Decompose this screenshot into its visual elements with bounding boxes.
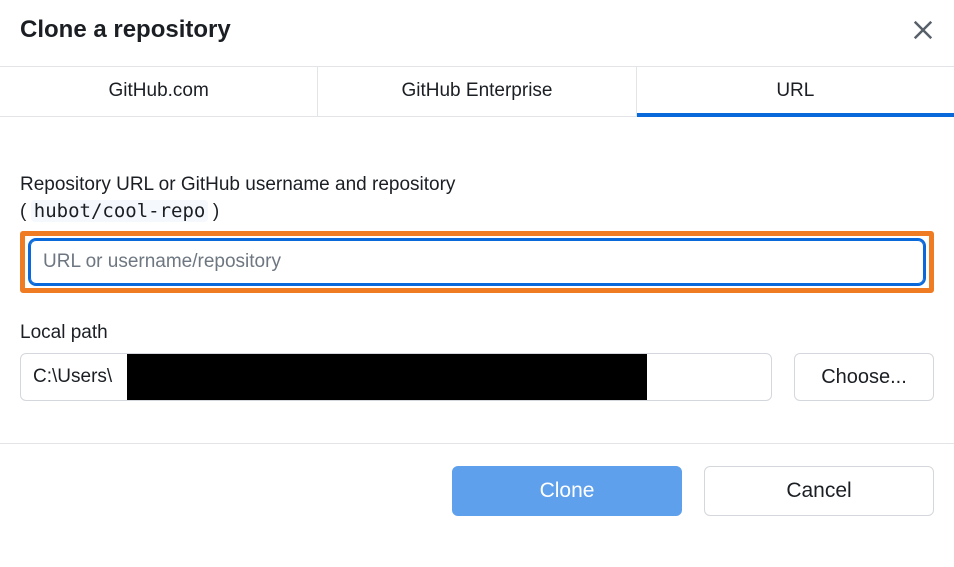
choose-path-button[interactable]: Choose... — [794, 353, 934, 401]
tab-github-com[interactable]: GitHub.com — [0, 67, 318, 116]
url-hint: ( hubot/cool-repo ) — [20, 200, 934, 223]
repository-url-input[interactable] — [30, 240, 924, 284]
dialog-title: Clone a repository — [20, 16, 231, 44]
tab-github-enterprise[interactable]: GitHub Enterprise — [318, 67, 636, 116]
url-label: Repository URL or GitHub username and re… — [20, 171, 934, 200]
localpath-label: Local path — [20, 319, 934, 348]
redacted-path-segment — [127, 354, 647, 400]
url-highlight-annotation — [20, 231, 934, 293]
tab-url[interactable]: URL — [637, 67, 954, 116]
cancel-button[interactable]: Cancel — [704, 466, 934, 516]
close-icon[interactable] — [912, 19, 934, 41]
clone-button[interactable]: Clone — [452, 466, 682, 516]
tab-bar: GitHub.com GitHub Enterprise URL — [0, 66, 954, 117]
